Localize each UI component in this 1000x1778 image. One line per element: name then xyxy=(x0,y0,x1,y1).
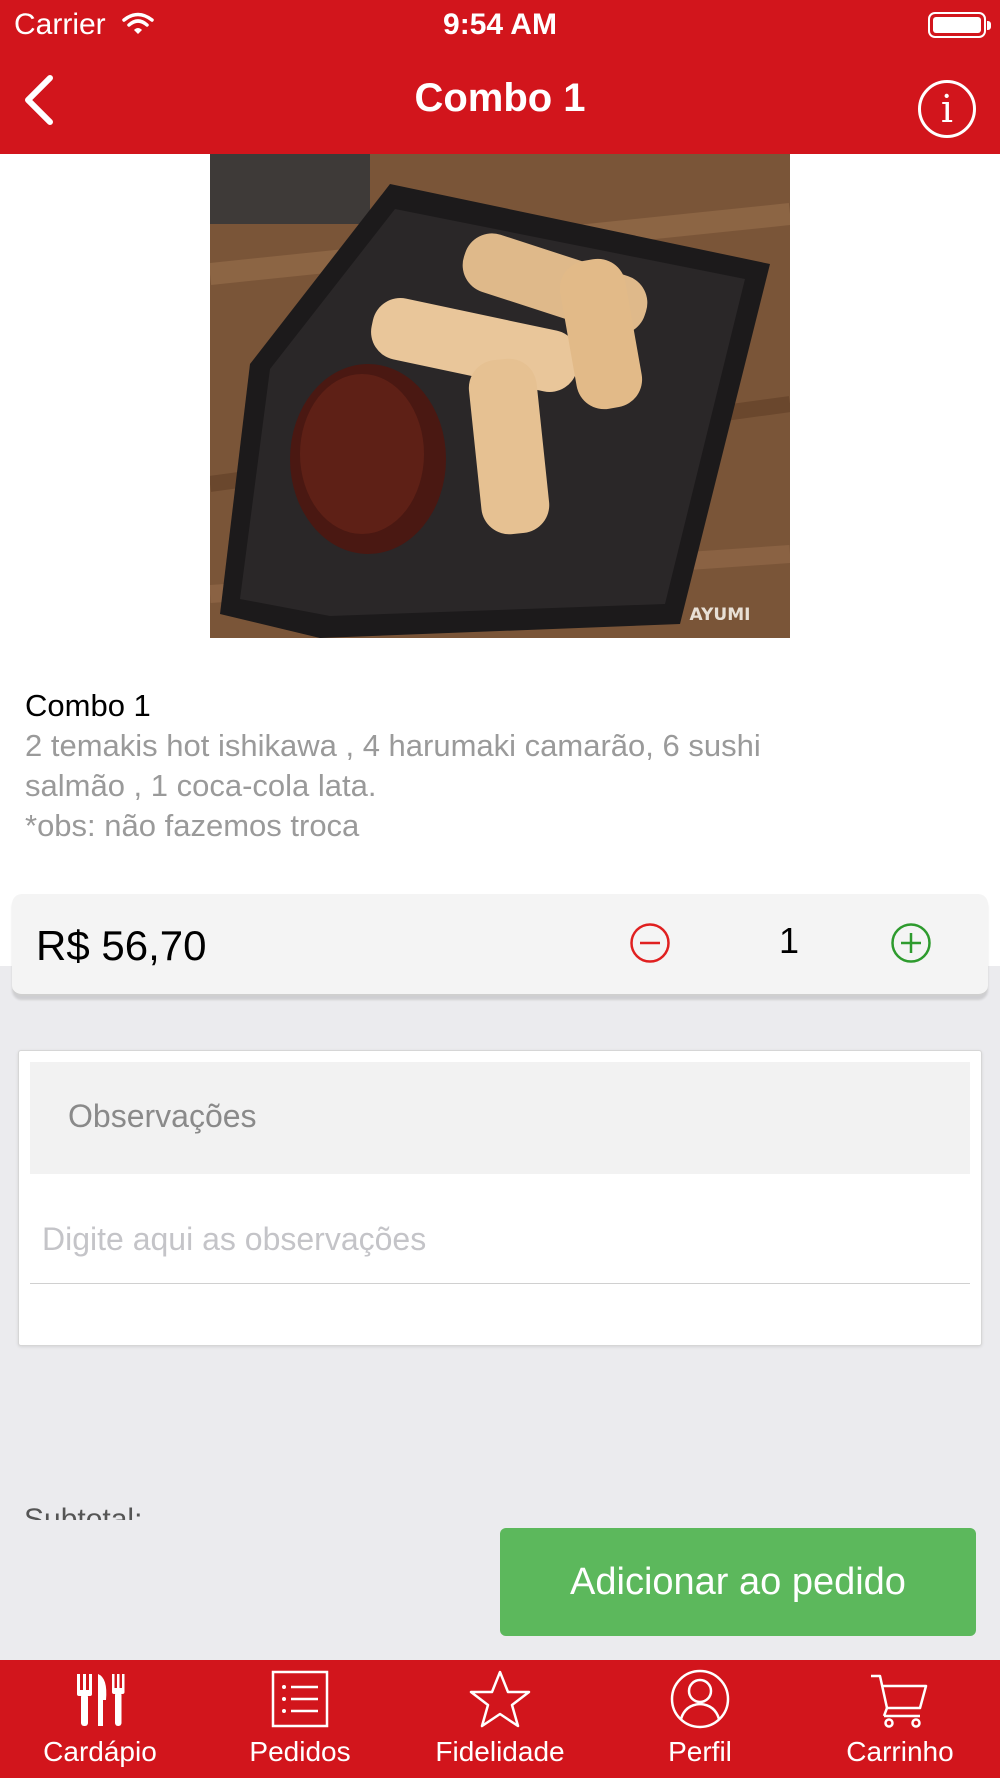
page-title: Combo 1 xyxy=(414,76,586,120)
tab-cardapio[interactable]: Cardápio xyxy=(0,1660,200,1778)
tab-perfil[interactable]: Perfil xyxy=(600,1660,800,1778)
subtotal-label: Subtotal: xyxy=(24,1503,143,1520)
plus-icon[interactable] xyxy=(890,922,932,964)
tab-pedidos[interactable]: Pedidos xyxy=(200,1660,400,1778)
product-photo: AYUMI xyxy=(210,154,790,638)
minus-icon[interactable] xyxy=(629,922,671,964)
quantity-value: 1 xyxy=(778,920,800,961)
notes-card: Observações xyxy=(18,1050,982,1346)
tab-carrinho[interactable]: Carrinho xyxy=(800,1660,1000,1778)
battery-icon xyxy=(928,12,991,38)
clock: 9:54 AM xyxy=(443,8,557,41)
tab-label: Perfil xyxy=(668,1736,732,1767)
tab-label: Pedidos xyxy=(249,1736,351,1767)
status-bar: Carrier 9:54 AM xyxy=(0,0,1000,50)
tab-label: Cardápio xyxy=(43,1736,157,1767)
notes-header: Observações xyxy=(30,1062,970,1174)
tab-label: Fidelidade xyxy=(435,1736,565,1767)
fork-knife-icon xyxy=(77,1674,125,1726)
product-image: AYUMI xyxy=(210,154,790,638)
notes-header-label: Observações xyxy=(68,1098,257,1134)
tab-label: Carrinho xyxy=(846,1736,954,1767)
info-icon[interactable]: i xyxy=(918,80,976,138)
add-to-order-button[interactable]: Adicionar ao pedido xyxy=(500,1528,976,1636)
price-quantity-row: R$ 56,70 1 xyxy=(12,894,988,996)
product-description-line: *obs: não fazemos troca xyxy=(25,808,360,843)
cart-icon xyxy=(871,1674,928,1728)
navigation-bar: Combo 1 i xyxy=(0,50,1000,154)
image-watermark: AYUMI xyxy=(690,605,751,625)
list-icon xyxy=(271,1670,329,1728)
notes-input[interactable] xyxy=(30,1196,970,1284)
tab-bar: Cardápio Pedidos Fidelidade Perfil Carri… xyxy=(0,1660,1000,1778)
product-name: Combo 1 xyxy=(25,688,151,723)
profile-icon xyxy=(670,1669,730,1729)
star-icon xyxy=(469,1670,531,1728)
product-description-line: salmão , 1 coca-cola lata. xyxy=(25,768,377,803)
tab-fidelidade[interactable]: Fidelidade xyxy=(400,1660,600,1778)
product-price: R$ 56,70 xyxy=(36,922,207,969)
product-info: Combo 1 2 temakis hot ishikawa , 4 harum… xyxy=(25,686,975,846)
product-description-line: 2 temakis hot ishikawa , 4 harumaki cama… xyxy=(25,728,761,763)
